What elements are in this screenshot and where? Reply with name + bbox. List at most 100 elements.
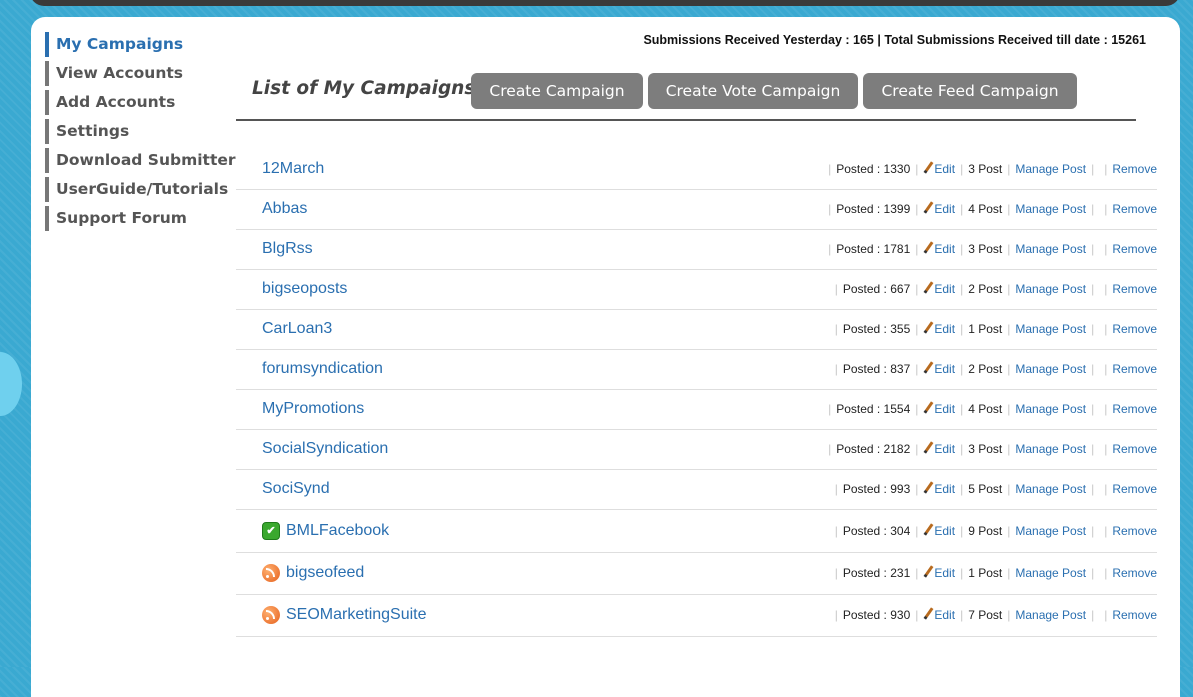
campaign-name-link[interactable]: CarLoan3 — [262, 320, 332, 338]
edit-link[interactable]: Edit — [934, 524, 955, 538]
campaign-name-link[interactable]: SEOMarketingSuite — [286, 606, 427, 624]
edit-link[interactable]: Edit — [934, 362, 955, 376]
post-count: 4 Post — [968, 402, 1003, 416]
manage-post-link[interactable]: Manage Post — [1015, 402, 1086, 416]
sidebar-item-my-campaigns[interactable]: My Campaigns — [45, 32, 236, 57]
separator: | — [1091, 162, 1095, 176]
campaign-actions: | Posted : 930 | Edit | 7 Post | Manage Post | | R… — [830, 608, 1157, 622]
manage-post-link[interactable]: Manage Post — [1015, 482, 1086, 496]
campaign-name-link[interactable]: BMLFacebook — [286, 522, 389, 540]
separator: | — [1104, 282, 1108, 296]
manage-post-link[interactable]: Manage Post — [1015, 524, 1086, 538]
pencil-icon — [923, 442, 933, 454]
manage-post-link[interactable]: Manage Post — [1015, 442, 1086, 456]
edit-link[interactable]: Edit — [934, 202, 955, 216]
remove-link[interactable]: Remove — [1112, 566, 1157, 580]
campaign-name-link[interactable]: forumsyndication — [262, 360, 383, 378]
sidebar-item-download-submitter[interactable]: Download Submitter — [45, 148, 236, 173]
separator: | — [1104, 524, 1108, 538]
manage-post-link[interactable]: Manage Post — [1015, 162, 1086, 176]
campaign-actions: | Posted : 1399 | Edit | 4 Post | Manage Post | |… — [823, 202, 1157, 216]
campaign-row: SocialSyndication | Posted : 2182 | Edit | 3 P… — [236, 430, 1157, 470]
manage-post-link[interactable]: Manage Post — [1015, 322, 1086, 336]
remove-link[interactable]: Remove — [1112, 242, 1157, 256]
edit-link[interactable]: Edit — [934, 566, 955, 580]
manage-post-link[interactable]: Manage Post — [1015, 362, 1086, 376]
campaign-actions: | Posted : 231 | Edit | 1 Post | Manage Post | | R… — [830, 566, 1157, 580]
edit-link[interactable]: Edit — [934, 322, 955, 336]
separator: | — [960, 242, 964, 256]
separator: | — [1104, 608, 1108, 622]
remove-link[interactable]: Remove — [1112, 162, 1157, 176]
separator: | — [960, 566, 964, 580]
campaign-name-link[interactable]: 12March — [262, 160, 324, 178]
sidebar-item-support-forum[interactable]: Support Forum — [45, 206, 236, 231]
separator: | — [834, 322, 838, 336]
pencil-icon — [923, 322, 933, 334]
campaign-row: BlgRss | Posted : 1781 | Edit | 3 Post | Manage … — [236, 230, 1157, 270]
separator: | — [1007, 242, 1011, 256]
separator: | — [834, 608, 838, 622]
campaign-actions: | Posted : 304 | Edit | 9 Post | Manage Post | | R… — [830, 524, 1157, 538]
remove-link[interactable]: Remove — [1112, 402, 1157, 416]
separator: | — [960, 202, 964, 216]
edit-link[interactable]: Edit — [934, 402, 955, 416]
separator: | — [915, 482, 919, 496]
campaign-row: ✔ BMLFacebook | Posted : 304 | Edit | 9 Post | Ma… — [236, 510, 1157, 553]
campaign-actions: | Posted : 1330 | Edit | 3 Post | Manage Post | |… — [823, 162, 1157, 176]
separator: | — [915, 442, 919, 456]
campaign-name-link[interactable]: MyPromotions — [262, 400, 364, 418]
campaign-name-link[interactable]: bigseoposts — [262, 280, 347, 298]
remove-link[interactable]: Remove — [1112, 524, 1157, 538]
separator: | — [828, 402, 832, 416]
submission-stats: Submissions Received Yesterday : 165 | T… — [643, 33, 1146, 47]
post-count: 1 Post — [968, 566, 1003, 580]
campaign-actions: | Posted : 2182 | Edit | 3 Post | Manage Post | |… — [823, 442, 1157, 456]
separator: | — [1091, 524, 1095, 538]
campaign-name-link[interactable]: BlgRss — [262, 240, 313, 258]
create-feed-campaign-button[interactable]: Create Feed Campaign — [863, 73, 1077, 109]
remove-link[interactable]: Remove — [1112, 608, 1157, 622]
manage-post-link[interactable]: Manage Post — [1015, 242, 1086, 256]
separator: | — [1104, 322, 1108, 336]
create-campaign-button[interactable]: Create Campaign — [471, 73, 643, 109]
separator: | — [828, 242, 832, 256]
sidebar-item-userguide-tutorials[interactable]: UserGuide/Tutorials — [45, 177, 236, 202]
pencil-icon — [923, 524, 933, 536]
campaign-name-link[interactable]: SocialSyndication — [262, 440, 388, 458]
post-count: 5 Post — [968, 482, 1003, 496]
edit-link[interactable]: Edit — [934, 162, 955, 176]
edit-link[interactable]: Edit — [934, 242, 955, 256]
campaign-row: SociSynd | Posted : 993 | Edit | 5 Post | Manage… — [236, 470, 1157, 510]
facebook-like-icon: ✔ — [262, 522, 280, 540]
remove-link[interactable]: Remove — [1112, 442, 1157, 456]
edit-link[interactable]: Edit — [934, 608, 955, 622]
campaign-name-link[interactable]: bigseofeed — [286, 564, 364, 582]
campaign-name-link[interactable]: Abbas — [262, 200, 307, 218]
campaign-name-link[interactable]: SociSynd — [262, 480, 330, 498]
posted-count: Posted : 2182 — [836, 442, 911, 456]
separator: | — [1007, 566, 1011, 580]
sidebar-item-add-accounts[interactable]: Add Accounts — [45, 90, 236, 115]
manage-post-link[interactable]: Manage Post — [1015, 202, 1086, 216]
separator: | — [915, 322, 919, 336]
separator: | — [1007, 482, 1011, 496]
edit-link[interactable]: Edit — [934, 482, 955, 496]
sidebar-item-settings[interactable]: Settings — [45, 119, 236, 144]
post-count: 2 Post — [968, 282, 1003, 296]
edit-link[interactable]: Edit — [934, 442, 955, 456]
remove-link[interactable]: Remove — [1112, 362, 1157, 376]
separator: | — [1104, 442, 1108, 456]
edit-link[interactable]: Edit — [934, 282, 955, 296]
pencil-icon — [923, 362, 933, 374]
manage-post-link[interactable]: Manage Post — [1015, 282, 1086, 296]
sidebar-item-view-accounts[interactable]: View Accounts — [45, 61, 236, 86]
manage-post-link[interactable]: Manage Post — [1015, 566, 1086, 580]
decorative-circle — [0, 352, 22, 416]
remove-link[interactable]: Remove — [1112, 202, 1157, 216]
remove-link[interactable]: Remove — [1112, 322, 1157, 336]
create-vote-campaign-button[interactable]: Create Vote Campaign — [648, 73, 858, 109]
manage-post-link[interactable]: Manage Post — [1015, 608, 1086, 622]
remove-link[interactable]: Remove — [1112, 482, 1157, 496]
remove-link[interactable]: Remove — [1112, 282, 1157, 296]
